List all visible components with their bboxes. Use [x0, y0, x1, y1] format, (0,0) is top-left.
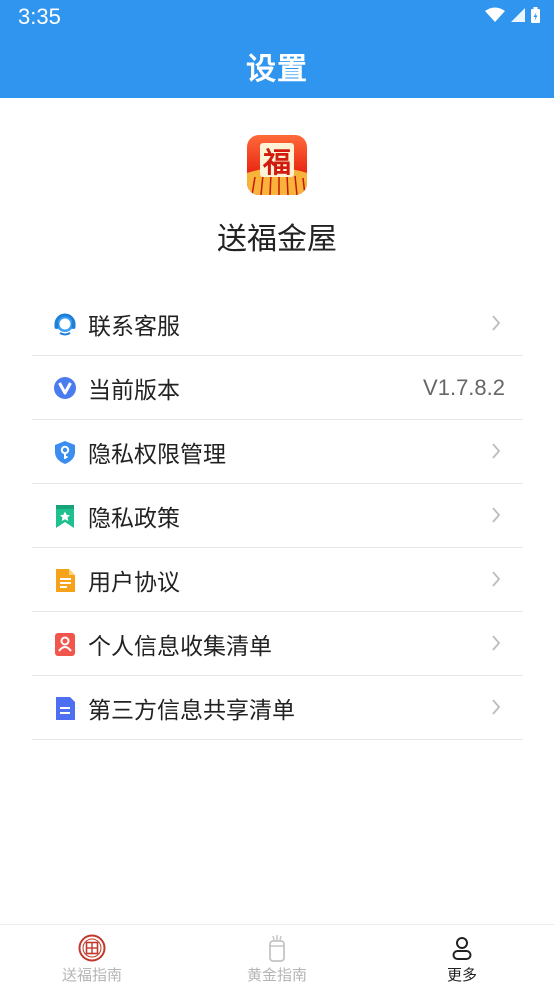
menu-label: 个人信息收集清单	[88, 633, 272, 660]
tab-label: 送福指南	[61, 966, 122, 984]
tab-label: 黄金指南	[246, 966, 307, 984]
menu-item-privacy-policy[interactable]: 隐私政策	[32, 484, 523, 548]
bookmark-star-icon	[52, 503, 78, 529]
version-value: V1.7.8.2	[423, 374, 505, 400]
chevron-right-icon	[492, 571, 501, 587]
headset-icon	[52, 311, 78, 337]
person-outline-icon	[450, 934, 474, 962]
chevron-right-icon	[492, 443, 501, 459]
wifi-icon	[485, 7, 505, 22]
menu-item-user-agreement[interactable]: 用户协议	[32, 548, 523, 612]
bottom-tabbar: 送福指南 黄金指南 更多	[0, 924, 554, 985]
tab-label: 更多	[446, 966, 477, 984]
status-time: 3:35	[18, 4, 61, 29]
status-bar: 3:35	[0, 0, 554, 34]
menu-item-privacy-permissions[interactable]: 隐私权限管理	[32, 420, 523, 484]
shield-key-icon	[52, 439, 78, 465]
chevron-right-icon	[492, 507, 501, 523]
gold-jar-icon	[265, 934, 289, 962]
tab-more[interactable]: 更多	[392, 925, 532, 985]
menu-item-current-version[interactable]: 当前版本 V1.7.8.2	[32, 356, 523, 420]
menu-label: 联系客服	[88, 313, 180, 340]
chevron-right-icon	[492, 699, 501, 715]
signal-icon	[511, 8, 525, 22]
menu-label: 隐私政策	[88, 505, 180, 532]
menu-item-third-party-sharing[interactable]: 第三方信息共享清单	[32, 676, 523, 740]
app-name: 送福金屋	[217, 222, 337, 257]
person-card-icon	[52, 631, 78, 657]
tab-blessing-guide[interactable]: 送福指南	[22, 925, 162, 985]
menu-label: 用户协议	[88, 569, 180, 596]
page-title: 设置	[246, 52, 308, 87]
file-lines-icon	[52, 695, 78, 721]
chevron-right-icon	[492, 635, 501, 651]
app-logo: 福	[247, 135, 307, 195]
top-navbar: 设置	[0, 34, 554, 98]
version-v-icon	[52, 375, 78, 401]
menu-label: 第三方信息共享清单	[88, 697, 295, 724]
settings-menu: 联系客服 当前版本 V1.7.8.2 隐私权限管理 隐私政策 用户协议 个人信息…	[32, 292, 523, 740]
tab-gold-guide[interactable]: 黄金指南	[207, 925, 347, 985]
menu-item-personal-info-list[interactable]: 个人信息收集清单	[32, 612, 523, 676]
system-icons	[485, 7, 540, 23]
chevron-right-icon	[492, 315, 501, 331]
fu-seal-icon	[78, 934, 106, 962]
menu-label: 隐私权限管理	[88, 441, 226, 468]
battery-icon	[531, 7, 540, 23]
document-icon	[52, 567, 78, 593]
logo-glyph: 福	[262, 146, 291, 179]
menu-item-contact-service[interactable]: 联系客服	[32, 292, 523, 356]
